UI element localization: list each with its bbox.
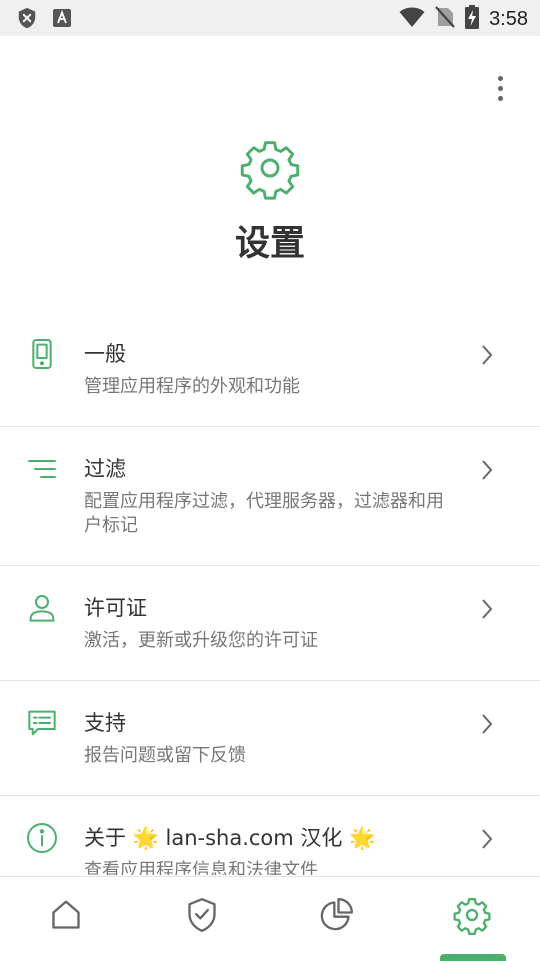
pie-chart-icon (316, 898, 356, 939)
wifi-icon (399, 6, 425, 32)
settings-item-label: 过滤 (84, 457, 126, 481)
settings-item-description: 报告问题或留下反馈 (84, 745, 246, 766)
shield-x-icon (16, 7, 38, 33)
settings-item-label: 支持 (84, 711, 126, 735)
chevron-right-icon (478, 596, 496, 622)
status-bar: 3:58 (0, 0, 540, 36)
settings-item-license[interactable]: 许可证 激活，更新或升级您的许可证 (0, 566, 540, 681)
filter-lines-icon (26, 453, 58, 485)
settings-item-description: 管理应用程序的外观和功能 (84, 376, 300, 397)
more-vertical-icon (490, 76, 510, 101)
settings-item-filtering[interactable]: 过滤 配置应用程序过滤，代理服务器，过滤器和用户标记 (0, 427, 540, 566)
shield-check-icon (182, 898, 222, 939)
phone-icon (26, 338, 58, 370)
gear-icon (238, 136, 302, 200)
info-icon (26, 822, 58, 854)
settings-item-label: 关于 🌟 lan-sha.com 汉化 🌟 (84, 826, 376, 850)
bottom-navigation (0, 876, 540, 961)
settings-item-label: 一般 (84, 342, 126, 366)
page-title: 设置 (234, 224, 305, 264)
user-icon (26, 592, 58, 624)
settings-item-support[interactable]: 支持 报告问题或留下反馈 (0, 681, 540, 796)
settings-item-general[interactable]: 一般 管理应用程序的外观和功能 (0, 312, 540, 427)
settings-item-description: 查看应用程序信息和法律文件 (84, 860, 318, 875)
settings-list: 一般 管理应用程序的外观和功能 过滤 配置应用程序过滤，代理服务器，过滤器和用户… (0, 312, 540, 875)
chevron-right-icon (478, 711, 496, 737)
nav-home[interactable] (46, 895, 86, 935)
nav-statistics[interactable] (316, 895, 356, 935)
more-options-button[interactable] (490, 76, 510, 104)
font-a-icon (52, 8, 72, 32)
chat-icon (26, 707, 58, 739)
settings-item-description: 配置应用程序过滤，代理服务器，过滤器和用户标记 (84, 491, 444, 536)
nav-protection[interactable] (182, 895, 222, 935)
chevron-right-icon (478, 342, 496, 368)
chevron-right-icon (478, 826, 496, 852)
settings-item-description: 激活，更新或升级您的许可证 (84, 630, 318, 651)
nav-settings[interactable] (452, 895, 492, 935)
home-icon (46, 900, 86, 939)
gear-icon (452, 898, 492, 939)
chevron-right-icon (478, 457, 496, 483)
status-time: 3:58 (489, 7, 528, 30)
no-sim-icon (435, 5, 455, 33)
battery-charging-icon (465, 5, 480, 33)
settings-item-about[interactable]: 关于 🌟 lan-sha.com 汉化 🌟 查看应用程序信息和法律文件 (0, 796, 540, 875)
settings-item-label: 许可证 (84, 596, 147, 620)
